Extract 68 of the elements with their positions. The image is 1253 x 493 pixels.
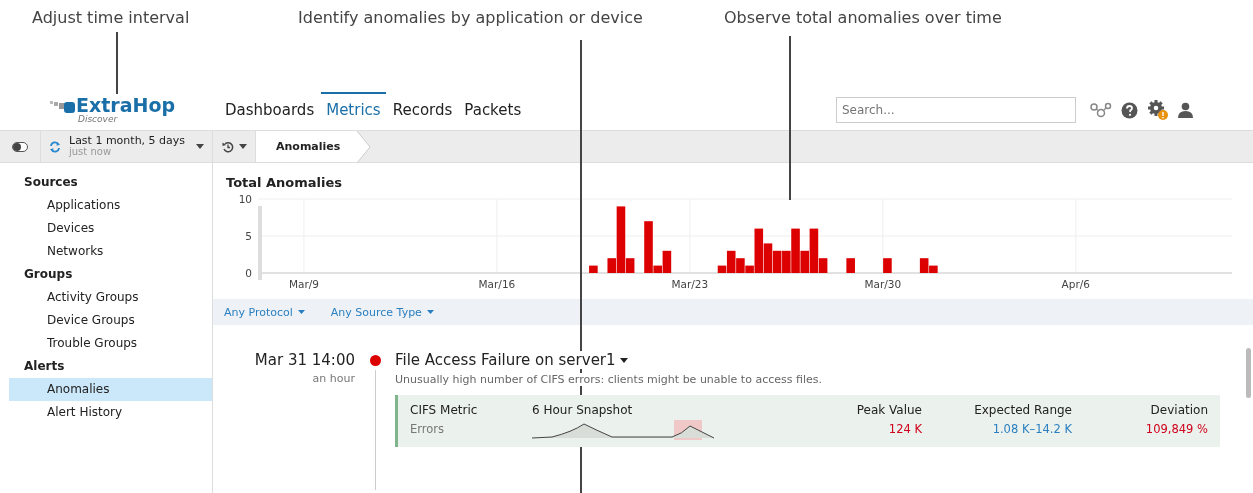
sidebar-item[interactable]: Applications [9, 194, 212, 217]
scrollbar[interactable] [1246, 348, 1251, 398]
sidebar-item[interactable]: Activity Groups [9, 286, 212, 309]
filter-dropdown[interactable]: Any Protocol [224, 305, 305, 319]
section-heading: Groups [23, 267, 74, 283]
sidebar-item[interactable]: Device Groups [9, 309, 212, 332]
nav-tab[interactable]: Metrics [321, 92, 386, 128]
column-header: Peak Value [856, 403, 922, 417]
callout-text: Observe total anomalies over time [724, 8, 1002, 27]
sidebar-item[interactable]: Devices [9, 217, 212, 240]
filter-dropdown[interactable]: Any Source Type [330, 305, 434, 319]
anomaly-description: Unusually high number of CIFS errors: clients might be unable to access files. [395, 373, 822, 386]
nav-tab[interactable]: Dashboards [220, 92, 320, 128]
column-header: CIFS Metric [410, 403, 479, 417]
settings-icon[interactable] [1147, 99, 1169, 121]
caret-icon [238, 144, 247, 149]
column-header: 6 Hour Snapshot [532, 403, 634, 417]
axis-label: Mar/16 [478, 278, 516, 290]
brand-name: ExtraHop [76, 96, 176, 115]
anomaly-title[interactable]: File Access Failure on server1 [395, 351, 628, 369]
sidebar-item[interactable]: Alert History [9, 401, 212, 424]
sidebar-item[interactable]: Trouble Groups [9, 332, 212, 355]
caret-icon [426, 310, 434, 314]
logo-icon [50, 99, 76, 115]
anomaly-age: an hour [312, 372, 355, 385]
callout-text: Adjust time interval [32, 8, 190, 27]
nav-tab[interactable]: Packets [459, 92, 527, 128]
sidebar-item[interactable]: Networks [9, 240, 212, 263]
caret-icon [619, 357, 628, 363]
deviation-value: 109,849 % [1145, 422, 1208, 436]
axis-label: Mar/23 [671, 278, 709, 290]
time-range-selector[interactable]: Last 1 month, 5 days just now [41, 131, 213, 162]
section-heading: Alerts [23, 359, 66, 375]
refresh-icon [49, 140, 61, 153]
range-handle[interactable] [258, 206, 262, 280]
toggle-icon[interactable] [12, 141, 28, 152]
axis-label: 10 [238, 193, 252, 205]
brand-subtitle: Discover [78, 115, 118, 124]
column-header: Deviation [1150, 403, 1208, 417]
peak-value: 124 K [888, 422, 922, 436]
bar [772, 250, 782, 273]
chart-title: Total Anomalies [225, 174, 344, 190]
axis-label: Mar/9 [288, 278, 319, 290]
expected-range: 1.08 K–14.2 K [992, 422, 1072, 436]
bar [883, 258, 892, 273]
sidebar-item[interactable]: Anomalies [9, 378, 212, 401]
caret-icon [196, 144, 204, 149]
metric-name: Errors [410, 422, 446, 436]
network-icon[interactable] [1090, 102, 1112, 118]
leader-line [116, 32, 118, 94]
search-field[interactable]: Search... [836, 97, 1076, 123]
history-icon [221, 140, 234, 153]
callout-text: Identify anomalies by application or device [298, 8, 643, 27]
status-dot [369, 355, 381, 366]
nav-tab[interactable]: Records [387, 92, 458, 128]
axis-label: Apr/6 [1061, 278, 1090, 290]
user-icon[interactable] [1178, 102, 1193, 118]
section-heading: Sources [23, 175, 79, 191]
bar [846, 258, 855, 273]
help-icon[interactable] [1121, 101, 1138, 119]
caret-icon [297, 310, 305, 314]
axis-label: 5 [245, 230, 252, 242]
bar [589, 265, 598, 273]
breadcrumb-separator-icon [357, 131, 372, 163]
anomaly-time: Mar 31 14:00 [254, 351, 355, 369]
axis-label: Mar/30 [864, 278, 902, 290]
column-header: Expected Range [974, 403, 1072, 417]
axis-label: 0 [245, 267, 252, 279]
